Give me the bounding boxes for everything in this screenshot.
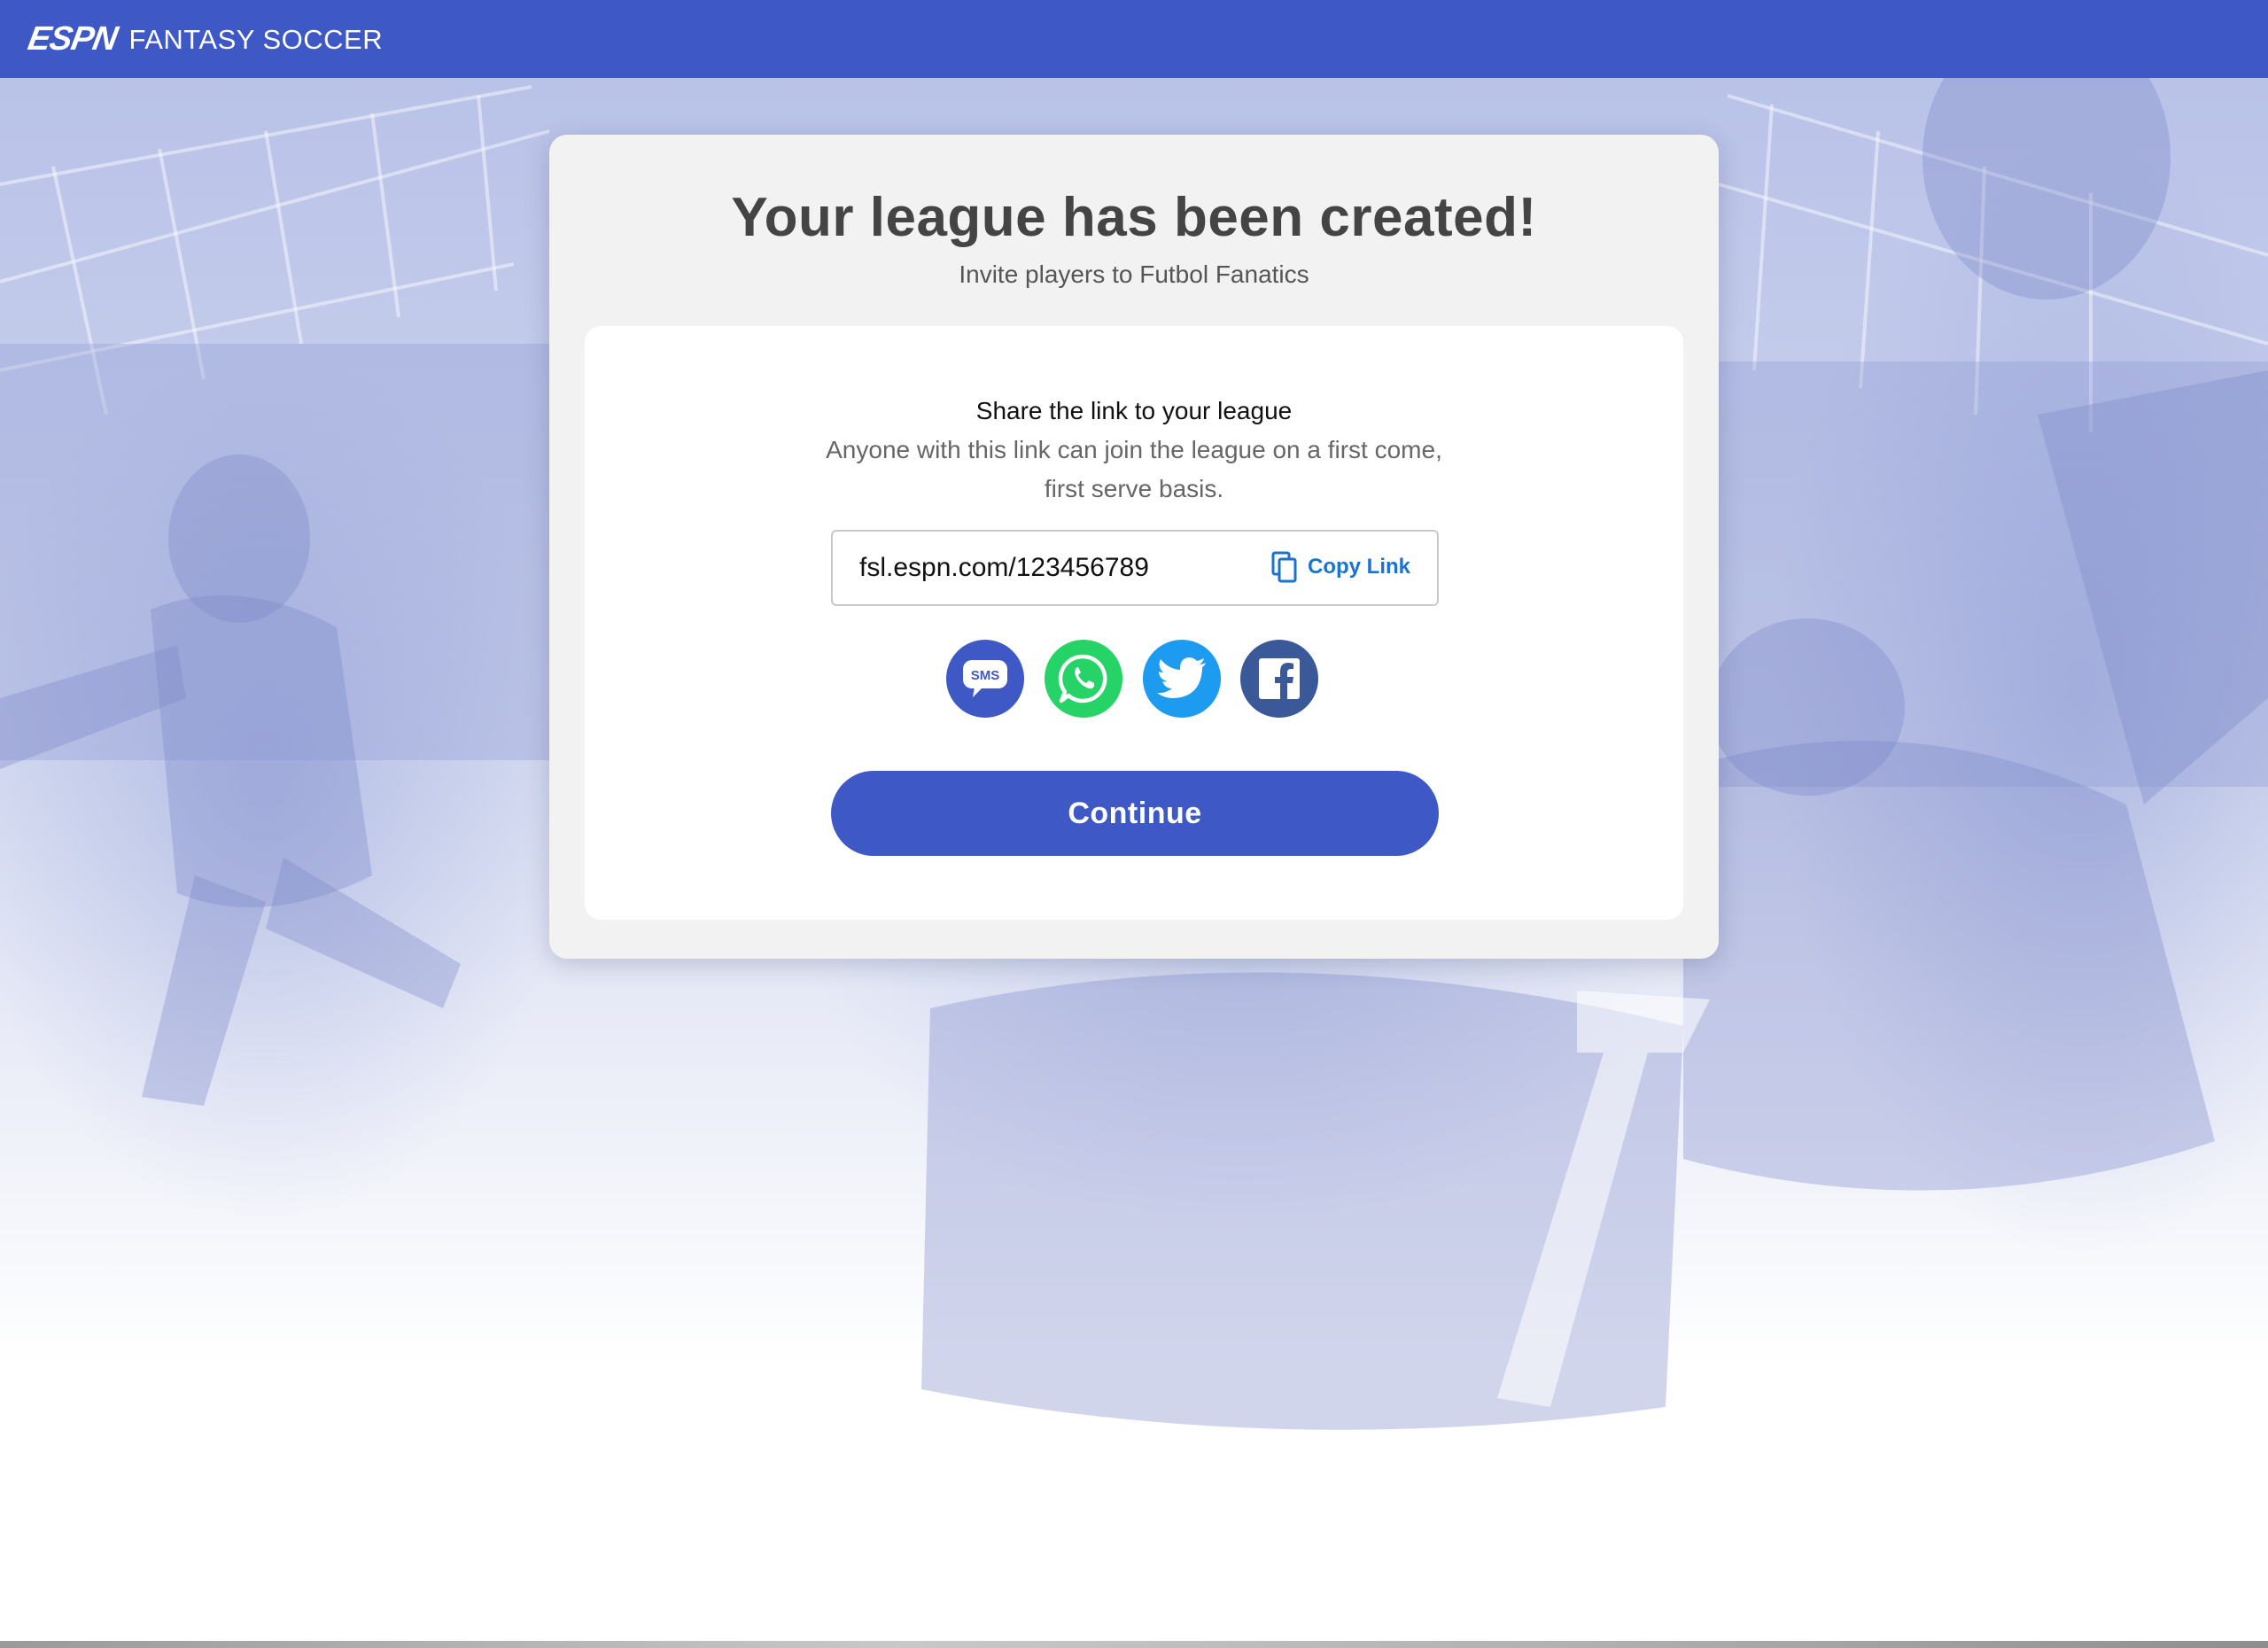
sms-icon-label: SMS bbox=[971, 668, 1000, 683]
copy-link-button[interactable]: Copy Link bbox=[1270, 551, 1410, 583]
invite-link-input[interactable] bbox=[859, 553, 1231, 583]
invite-link-field[interactable]: Copy Link bbox=[831, 530, 1439, 606]
continue-button[interactable]: Continue bbox=[831, 771, 1439, 856]
share-title: Share the link to your league bbox=[975, 397, 1293, 424]
share-whatsapp-button[interactable] bbox=[1045, 640, 1122, 718]
product-name[interactable]: FANTASY SOCCER bbox=[128, 26, 383, 53]
bottom-strip bbox=[0, 1641, 2268, 1648]
share-sms-button[interactable]: SMS bbox=[946, 640, 1024, 718]
share-panel: Share the link to your league Anyone wit… bbox=[585, 326, 1683, 920]
league-created-card: Your league has been created! Invite pla… bbox=[549, 135, 1719, 959]
page-title: Your league has been created! bbox=[731, 187, 1537, 248]
copy-link-label: Copy Link bbox=[1307, 555, 1410, 579]
share-description: Anyone with this link can join the leagu… bbox=[826, 436, 1442, 502]
facebook-icon bbox=[1259, 658, 1300, 699]
whatsapp-icon bbox=[1058, 654, 1107, 704]
espn-logo[interactable]: ESPN bbox=[25, 20, 120, 58]
copy-icon bbox=[1271, 551, 1297, 583]
share-facebook-button[interactable] bbox=[1240, 640, 1318, 718]
top-bar: ESPN FANTASY SOCCER bbox=[0, 0, 2268, 78]
page-subtitle: Invite players to Futbol Fanatics bbox=[959, 260, 1309, 288]
twitter-icon bbox=[1157, 657, 1206, 698]
sms-icon: SMS bbox=[963, 660, 1007, 697]
social-share-row: SMS bbox=[946, 640, 1327, 719]
share-twitter-button[interactable] bbox=[1143, 640, 1221, 718]
